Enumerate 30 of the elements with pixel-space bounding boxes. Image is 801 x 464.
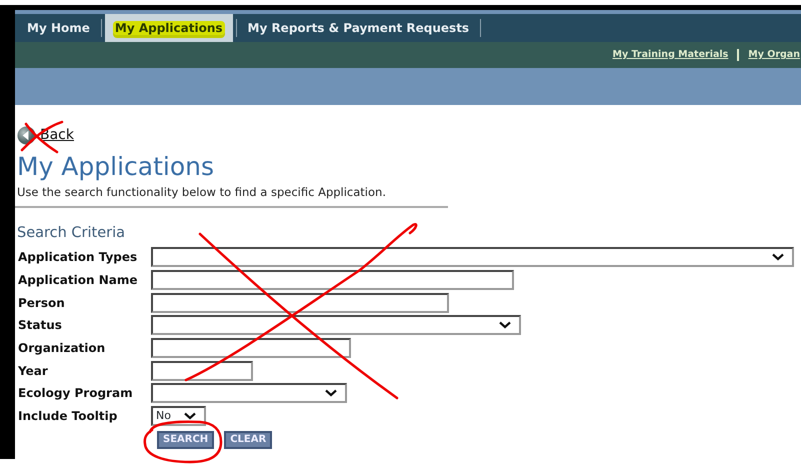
dropdown-field[interactable] <box>151 247 794 268</box>
intro-text: Use the search functionality below to find a specific Application. <box>17 185 387 200</box>
section-heading: Search Criteria <box>17 224 126 242</box>
form-button[interactable]: CLEAR <box>224 430 272 448</box>
nav-tab[interactable]: My Applications <box>104 14 232 42</box>
header-link[interactable]: My Organ <box>748 48 800 62</box>
field-label: Ecology Program <box>18 385 134 402</box>
dropdown-field[interactable] <box>151 315 521 336</box>
field-label: Application Types <box>18 249 138 266</box>
chevron-icon <box>325 389 337 398</box>
field-label: Person <box>18 294 66 312</box>
chevron-icon <box>184 412 196 420</box>
field-label: Include Tooltip <box>18 408 118 426</box>
input-field[interactable] <box>151 360 253 381</box>
page-title: My Applications <box>17 151 216 183</box>
field-label: Status <box>18 317 63 334</box>
chevron-icon <box>499 321 511 330</box>
nav-tab[interactable]: My Reports & Payment Requests <box>240 14 478 42</box>
header-link[interactable]: My Training Materials <box>612 48 728 62</box>
chevron-icon <box>772 253 784 262</box>
field-label: Organization <box>18 340 106 358</box>
form-button[interactable]: SEARCH <box>157 430 214 448</box>
field-label: Application Name <box>18 272 139 290</box>
input-field[interactable] <box>151 292 449 313</box>
back-icon[interactable] <box>17 126 36 144</box>
nav-tab[interactable]: My Home <box>19 14 98 42</box>
input-field[interactable] <box>151 270 514 290</box>
field-label: Year <box>18 362 49 380</box>
input-field[interactable] <box>151 338 351 358</box>
dropdown-field[interactable] <box>151 383 347 404</box>
